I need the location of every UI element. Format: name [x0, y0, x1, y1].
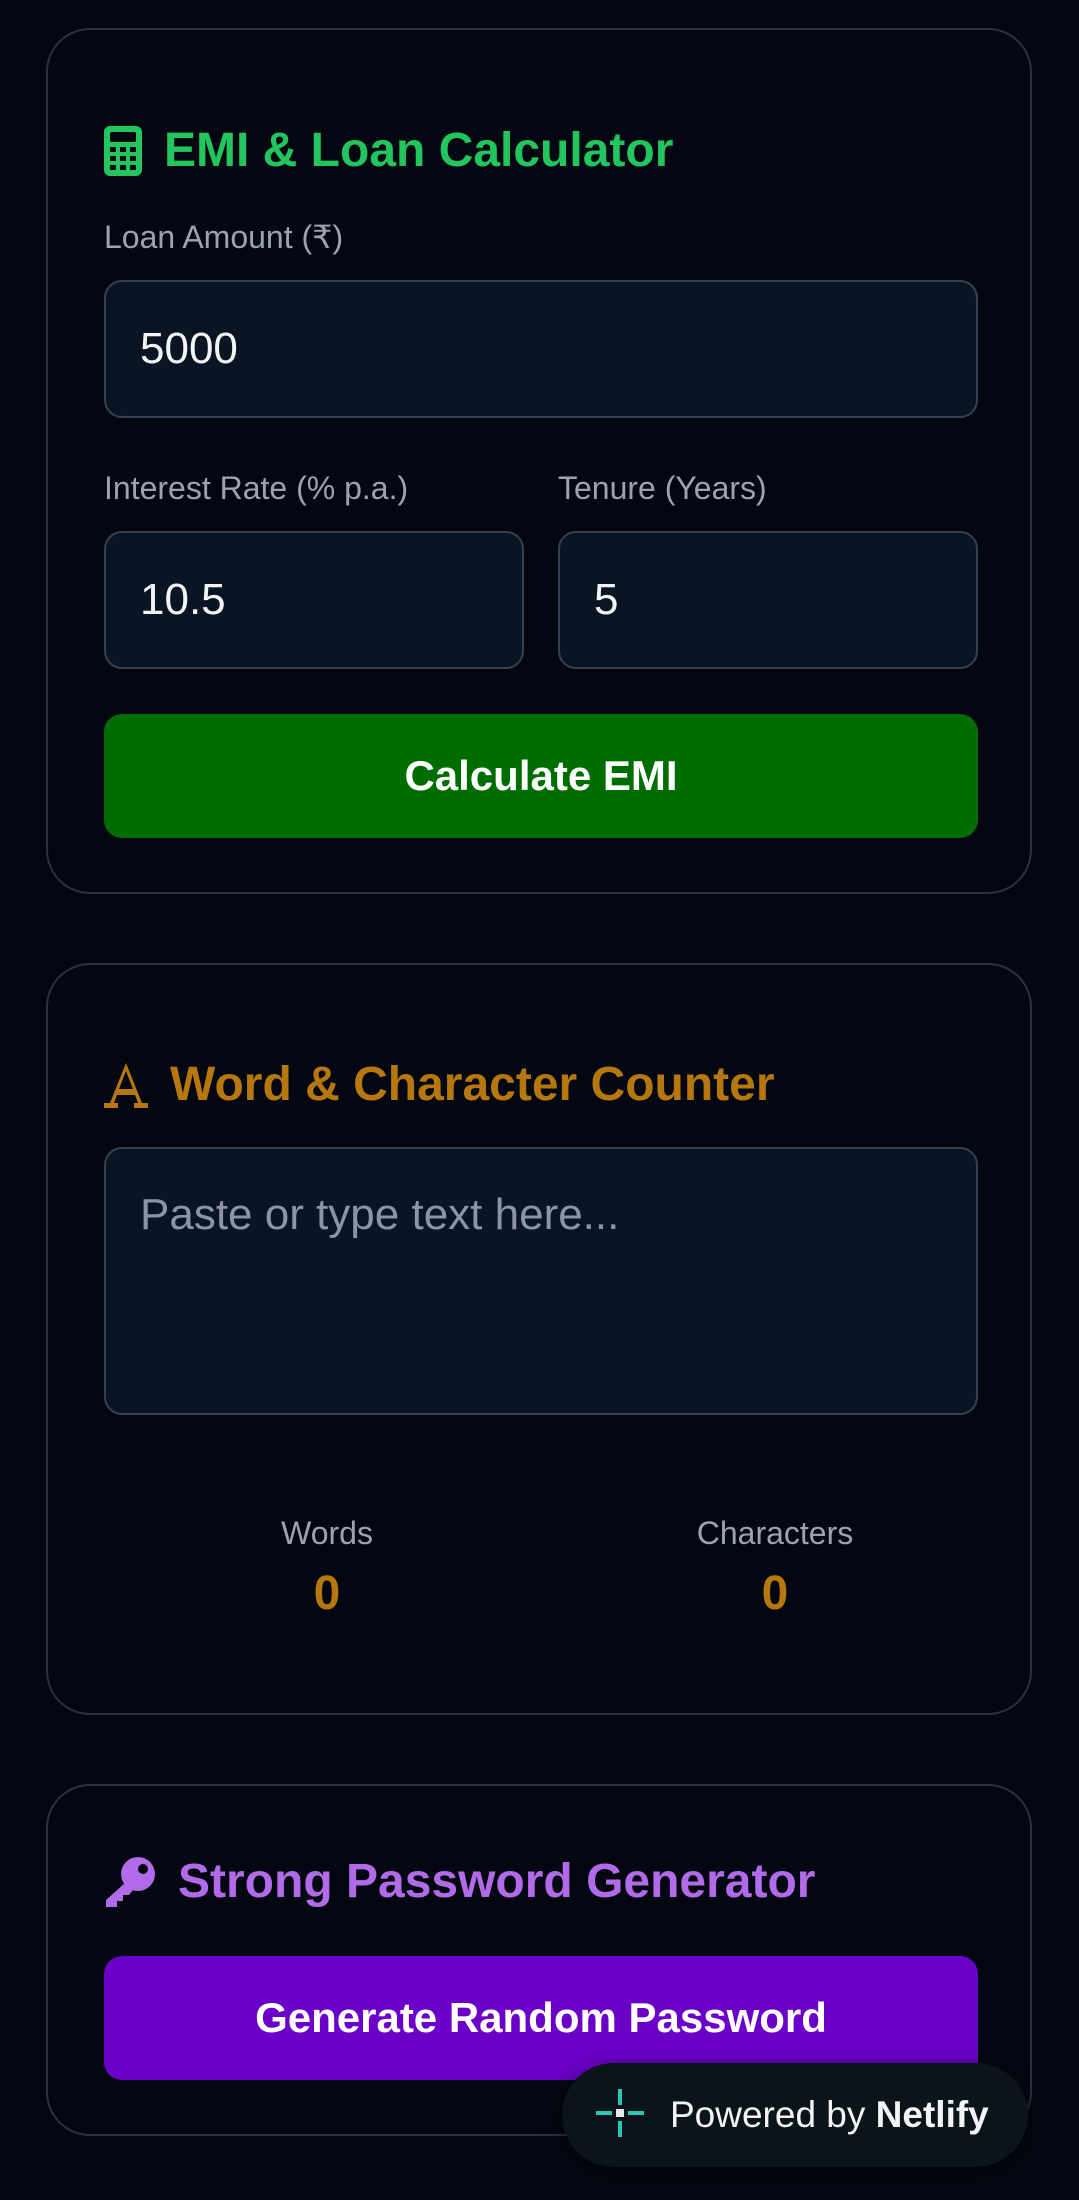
words-count: 0 [313, 1567, 341, 1620]
tenure-input[interactable] [558, 531, 978, 669]
characters-stat: Characters 0 [625, 1515, 925, 1621]
badge-brand: Netlify [875, 2094, 989, 2135]
tenure-label: Tenure (Years) [558, 470, 767, 506]
calculate-emi-button[interactable]: Calculate EMI [104, 714, 978, 838]
badge-text: Powered by Netlify [670, 2094, 989, 2136]
password-title-text: Strong Password Generator [178, 1855, 816, 1908]
generate-password-button[interactable]: Generate Random Password [104, 1956, 978, 2080]
netlify-icon [594, 2087, 646, 2144]
text-input-area[interactable] [104, 1147, 978, 1415]
powered-by-netlify-badge[interactable]: Powered by Netlify [562, 2063, 1028, 2167]
loan-amount-input[interactable] [104, 280, 978, 418]
counter-title-text: Word & Character Counter [170, 1058, 775, 1111]
characters-label: Characters [696, 1515, 854, 1551]
words-stat: Words 0 [177, 1515, 477, 1621]
loan-amount-label: Loan Amount (₹) [104, 219, 344, 255]
interest-rate-input[interactable] [104, 531, 524, 669]
words-label: Words [281, 1515, 373, 1551]
emi-card-title: EMI & Loan Calculator [104, 126, 673, 176]
calculator-icon [104, 126, 142, 176]
word-counter-card: Word & Character Counter Words 0 Charact… [46, 963, 1032, 1715]
emi-calculator-card: EMI & Loan Calculator Loan Amount (₹) In… [46, 28, 1032, 894]
emi-title-text: EMI & Loan Calculator [164, 124, 674, 177]
counter-card-title: Word & Character Counter [104, 1061, 775, 1109]
key-icon [104, 1856, 156, 1908]
page: EMI & Loan Calculator Loan Amount (₹) In… [0, 0, 1079, 2200]
font-icon [104, 1061, 148, 1109]
interest-rate-label: Interest Rate (% p.a.) [104, 470, 409, 506]
characters-count: 0 [761, 1567, 789, 1620]
password-card-title: Strong Password Generator [104, 1856, 815, 1908]
badge-prefix: Powered by [670, 2094, 866, 2135]
